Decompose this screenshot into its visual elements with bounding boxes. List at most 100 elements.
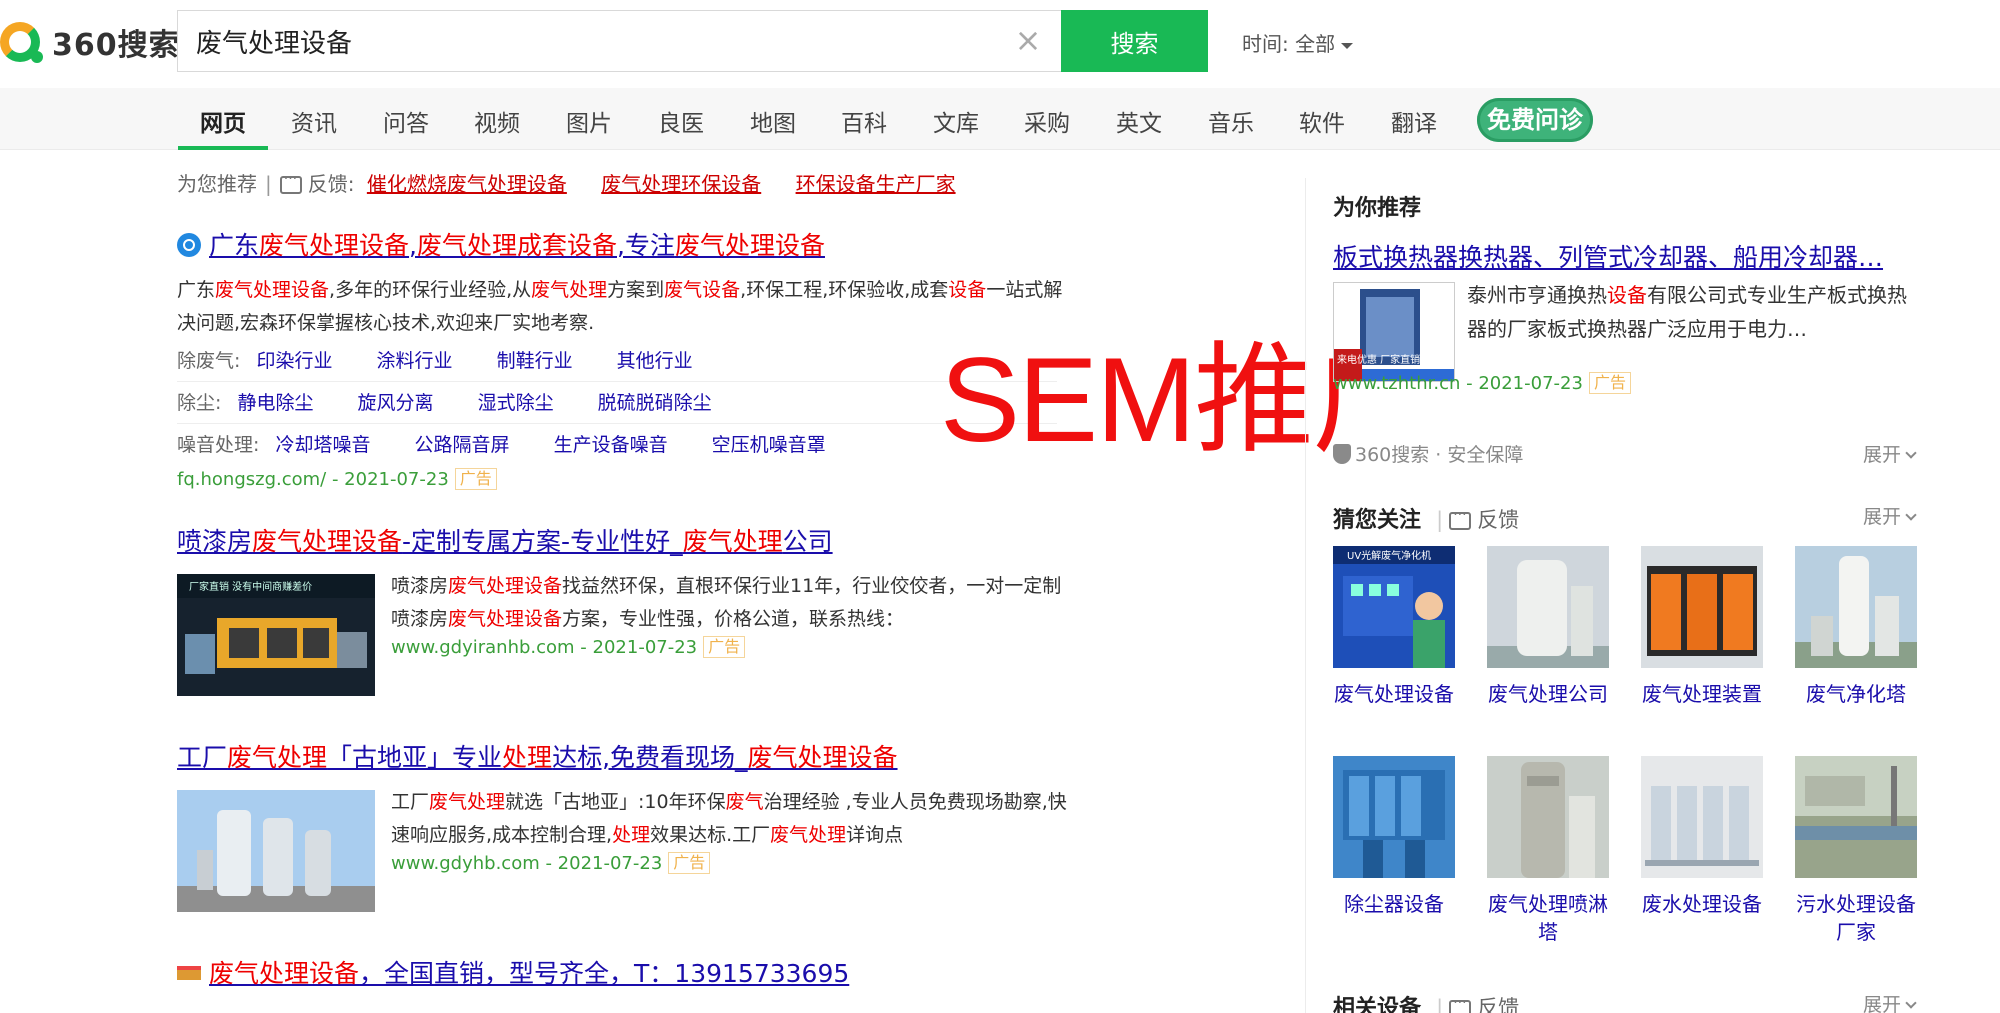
- feedback-icon[interactable]: [279, 171, 302, 194]
- feedback-label: 反馈: [1477, 508, 1520, 532]
- feedback-icon: [1449, 995, 1472, 1013]
- result-title-text: 广东废气处理设备,废气处理成套设备,专注废气处理设备: [209, 231, 825, 260]
- header: 360搜索 × 搜索 时间: 全部: [0, 0, 2000, 76]
- tab-qa[interactable]: 问答: [383, 104, 429, 138]
- guess-header: 猜您关注 |反馈 展开: [1333, 502, 1917, 534]
- sublink[interactable]: 制鞋行业: [497, 350, 573, 372]
- tab-purchase[interactable]: 采购: [1024, 104, 1070, 138]
- sublink[interactable]: 脱硫脱硝除尘: [598, 392, 712, 414]
- guess-item[interactable]: UV光解废气净化机 废气处理设备: [1333, 546, 1455, 736]
- sublink-row-label: 除废气:: [177, 350, 241, 372]
- result-body: 工厂废气处理就选「古地亚」:10年环保废气治理经验 ,专业人员免费现场勘察,快速…: [391, 786, 1071, 874]
- result-url-row: www.gdyiranhb.com - 2021-07-23 广告: [391, 636, 1071, 658]
- expand-button[interactable]: 展开: [1862, 440, 1917, 467]
- guess-item[interactable]: 废气处理装置: [1641, 546, 1763, 736]
- ad-badge: 广告: [1588, 372, 1631, 394]
- sublink[interactable]: 生产设备噪音: [554, 434, 668, 456]
- feedback-button[interactable]: |反馈: [1436, 507, 1520, 532]
- search-button[interactable]: 搜索: [1061, 10, 1208, 72]
- sublink-row: 噪音处理: 冷却塔噪音 公路隔音屏 生产设备噪音 空压机噪音罩: [177, 424, 1057, 466]
- expand-label: 展开: [1862, 444, 1901, 466]
- tab-video[interactable]: 视频: [474, 104, 520, 138]
- free-consult-button[interactable]: 免费问诊: [1477, 98, 1593, 142]
- sidebar-rec-link[interactable]: 板式换热器换热器、列管式冷却器、船用冷却器…: [1333, 238, 1915, 274]
- recommend-link[interactable]: 催化燃烧废气处理设备: [367, 172, 567, 196]
- tab-music[interactable]: 音乐: [1208, 104, 1254, 138]
- sublink[interactable]: 印染行业: [256, 350, 332, 372]
- guess-item-image: [1641, 756, 1763, 878]
- thumbnail-banner: UV光解废气净化机: [1347, 549, 1431, 562]
- active-tab-indicator: [178, 146, 268, 150]
- feedback-icon: [1449, 507, 1472, 530]
- sublink[interactable]: 其他行业: [617, 350, 693, 372]
- tab-translate[interactable]: 翻译: [1391, 104, 1437, 138]
- site-favicon-icon: [177, 966, 201, 980]
- result-thumbnail[interactable]: 厂家直销 没有中间商赚差价: [177, 574, 375, 696]
- tab-news[interactable]: 资讯: [291, 104, 337, 138]
- result-title-link[interactable]: 喷漆房废气处理设备-定制专属方案-专业性好_废气处理公司: [177, 522, 1077, 558]
- sublink[interactable]: 旋风分离: [358, 392, 434, 414]
- sublink[interactable]: 冷却塔噪音: [275, 434, 370, 456]
- sublink[interactable]: 静电除尘: [237, 392, 313, 414]
- feedback-button[interactable]: |反馈: [1436, 995, 1520, 1013]
- expand-button[interactable]: 展开: [1862, 990, 1917, 1013]
- sublink-row: 除尘: 静电除尘 旋风分离 湿式除尘 脱硫脱硝除尘: [177, 382, 1057, 424]
- sublink[interactable]: 公路隔音屏: [415, 434, 510, 456]
- tab-baike[interactable]: 百科: [841, 104, 887, 138]
- result-title-link[interactable]: 工厂废气处理「古地亚」专业处理达标,免费看现场_废气处理设备: [177, 738, 1077, 774]
- guess-item[interactable]: 废水处理设备: [1641, 756, 1763, 946]
- sidebar-rec-thumbnail[interactable]: 来电优惠 厂家直销 品质保证: [1333, 282, 1455, 382]
- guess-item-image: [1487, 546, 1609, 668]
- guess-item[interactable]: 废气处理喷淋塔: [1487, 756, 1609, 946]
- result-description: 工厂废气处理就选「古地亚」:10年环保废气治理经验 ,专业人员免费现场勘察,快速…: [391, 791, 1067, 846]
- result-url[interactable]: fq.hongszg.com/ - 2021-07-23: [177, 469, 449, 490]
- guess-item-image: UV光解废气净化机: [1333, 546, 1455, 668]
- tab-wenku[interactable]: 文库: [933, 104, 979, 138]
- result-url[interactable]: www.gdyhb.com - 2021-07-23: [391, 853, 662, 874]
- tab-webpage[interactable]: 网页: [200, 104, 246, 138]
- tab-doctor[interactable]: 良医: [658, 104, 704, 138]
- recommend-label: 为您推荐: [177, 172, 257, 196]
- result-title-link[interactable]: 废气处理设备，全国直销，型号齐全，T：13915733695: [177, 954, 1077, 990]
- result-thumbnail[interactable]: [177, 790, 375, 912]
- guess-item-label: 废气处理公司: [1488, 682, 1608, 706]
- guess-item[interactable]: 废气处理公司: [1487, 546, 1609, 736]
- logo-text: 360搜索: [52, 28, 180, 63]
- result-title-link[interactable]: 广东废气处理设备,废气处理成套设备,专注废气处理设备: [177, 226, 1067, 262]
- recommend-row: 为您推荐 | 反馈: 催化燃烧废气处理设备 废气处理环保设备 环保设备生产厂家: [177, 168, 956, 197]
- search-input[interactable]: [196, 11, 996, 71]
- guess-item-image: [1487, 756, 1609, 878]
- sublink[interactable]: 空压机噪音罩: [712, 434, 826, 456]
- recommend-link[interactable]: 环保设备生产厂家: [796, 172, 956, 196]
- recommend-link[interactable]: 废气处理环保设备: [601, 172, 761, 196]
- sidebar-rec-url-row: www.tzhthr.cn - 2021-07-23 广告: [1333, 372, 1631, 394]
- guess-item[interactable]: 除尘器设备: [1333, 756, 1455, 946]
- expand-label: 展开: [1862, 994, 1901, 1013]
- sidebar-rec-url[interactable]: www.tzhthr.cn - 2021-07-23: [1333, 373, 1583, 394]
- sublink[interactable]: 涂料行业: [377, 350, 453, 372]
- divider: |: [265, 172, 272, 196]
- ad-badge: 广告: [454, 468, 497, 490]
- expand-button[interactable]: 展开: [1863, 502, 1917, 529]
- tab-map[interactable]: 地图: [750, 104, 796, 138]
- tab-images[interactable]: 图片: [566, 104, 612, 138]
- time-filter-dropdown[interactable]: 时间: 全部: [1242, 28, 1354, 57]
- feedback-label[interactable]: 反馈:: [308, 172, 355, 196]
- result-url-row: fq.hongszg.com/ - 2021-07-23 广告: [177, 468, 1067, 490]
- guess-item[interactable]: 污水处理设备厂家: [1795, 756, 1917, 946]
- column-divider: [1305, 178, 1306, 1013]
- safety-row: 360搜索 · 安全保障 展开: [1333, 440, 1917, 467]
- logo-icon: [0, 22, 43, 63]
- search-box: ×: [177, 10, 1062, 72]
- thumbnail-banner: 厂家直销 没有中间商赚差价: [189, 580, 312, 593]
- tab-english[interactable]: 英文: [1116, 104, 1162, 138]
- ad-badge: 广告: [703, 636, 746, 658]
- result-url[interactable]: www.gdyiranhb.com - 2021-07-23: [391, 637, 697, 658]
- close-icon[interactable]: ×: [1012, 24, 1044, 57]
- sublink[interactable]: 湿式除尘: [478, 392, 554, 414]
- guess-item-image: [1333, 756, 1455, 878]
- logo[interactable]: 360搜索: [0, 18, 180, 66]
- feedback-label: 反馈: [1477, 996, 1520, 1013]
- guess-item[interactable]: 废气净化塔: [1795, 546, 1917, 736]
- tab-software[interactable]: 软件: [1299, 104, 1345, 138]
